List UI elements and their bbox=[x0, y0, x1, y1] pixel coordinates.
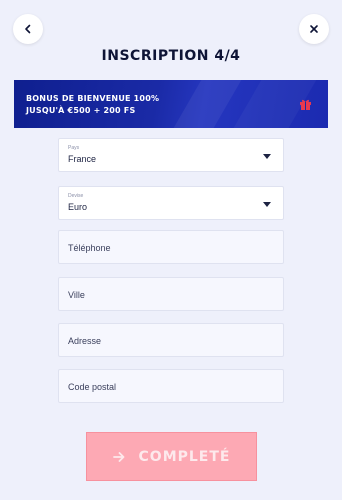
gift-icon bbox=[300, 99, 311, 110]
caret-down-icon bbox=[263, 202, 271, 207]
chevron-left-icon bbox=[25, 24, 31, 34]
country-select[interactable]: Pays France bbox=[58, 138, 284, 172]
address-placeholder: Adresse bbox=[68, 336, 102, 346]
phone-placeholder: Téléphone bbox=[68, 243, 111, 253]
back-button[interactable] bbox=[13, 14, 43, 44]
complete-button[interactable]: COMPLETÉ bbox=[86, 432, 257, 481]
caret-down-icon bbox=[263, 154, 271, 159]
postal-code-placeholder: Code postal bbox=[68, 382, 117, 392]
country-label: Pays bbox=[68, 145, 80, 151]
currency-select[interactable]: Devise Euro bbox=[58, 186, 284, 220]
country-value: France bbox=[68, 154, 97, 164]
complete-button-label: COMPLETÉ bbox=[138, 448, 231, 465]
welcome-bonus-banner: BONUS DE BIENVENUE 100% JUSQU'À €500 + 2… bbox=[14, 80, 328, 128]
phone-input[interactable]: Téléphone bbox=[58, 230, 284, 264]
close-icon bbox=[310, 25, 318, 33]
city-placeholder: Ville bbox=[68, 290, 85, 300]
close-button[interactable] bbox=[299, 14, 329, 44]
page-title: INSCRIPTION 4/4 bbox=[101, 48, 241, 64]
currency-value: Euro bbox=[68, 202, 88, 212]
postal-code-input[interactable]: Code postal bbox=[58, 369, 284, 403]
registration-page: INSCRIPTION 4/4 BONUS DE BIENVENUE 100% … bbox=[0, 0, 342, 500]
banner-line-2: JUSQU'À €500 + 200 FS bbox=[26, 106, 136, 115]
banner-line-1: BONUS DE BIENVENUE 100% bbox=[26, 94, 160, 103]
banner-text: BONUS DE BIENVENUE 100% JUSQU'À €500 + 2… bbox=[26, 93, 159, 117]
banner-decoration bbox=[160, 80, 248, 128]
address-input[interactable]: Adresse bbox=[58, 323, 284, 357]
currency-label: Devise bbox=[68, 193, 84, 199]
arrow-right-icon bbox=[112, 451, 124, 462]
city-input[interactable]: Ville bbox=[58, 277, 284, 311]
